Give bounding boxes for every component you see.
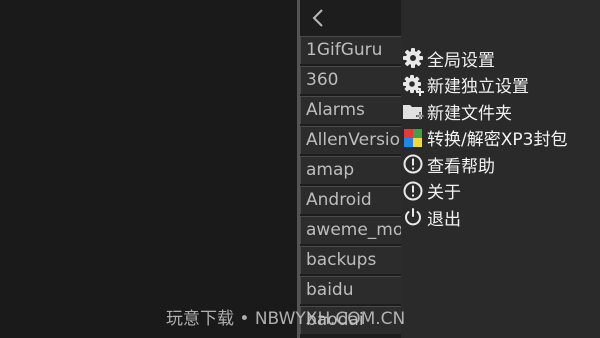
folder-list: 1GifGuru 360 Alarms AllenVersion amap An…: [300, 36, 401, 336]
list-item[interactable]: amap: [300, 156, 401, 184]
menu-item-label: 查看帮助: [427, 156, 495, 177]
list-item[interactable]: Android: [300, 186, 401, 214]
menu-item-about[interactable]: 关于: [402, 178, 567, 205]
list-item[interactable]: 1GifGuru: [300, 36, 401, 64]
menu-item-convert-decrypt-xp3[interactable]: 转换/解密XP3封包: [402, 125, 567, 152]
list-item[interactable]: baidu: [300, 276, 401, 304]
menu-item-label: 退出: [427, 209, 461, 230]
new-folder-icon: [402, 100, 424, 122]
menu-item-view-help[interactable]: 查看帮助: [402, 151, 567, 178]
exclamation-icon: [402, 180, 424, 202]
chevron-left-icon: [312, 9, 323, 27]
list-item[interactable]: baodai: [300, 306, 401, 334]
gear-icon: [402, 47, 424, 69]
power-icon: [402, 206, 424, 228]
list-item[interactable]: 360: [300, 66, 401, 94]
menu-item-label: 新建文件夹: [427, 103, 512, 124]
back-button[interactable]: [306, 4, 330, 32]
gear-plus-icon: [402, 74, 424, 96]
color-grid-icon: [402, 127, 424, 149]
menu-item-new-standalone-settings[interactable]: 新建独立设置: [402, 72, 567, 99]
blank-content-area: [0, 0, 297, 338]
context-menu: 全局设置 新建独立设置 新建文件夹 转换/解密XP3封包 查看帮助 关于 退出: [402, 45, 567, 231]
list-item[interactable]: AllenVersion: [300, 126, 401, 154]
menu-item-label: 转换/解密XP3封包: [427, 130, 568, 151]
list-item[interactable]: Alarms: [300, 96, 401, 124]
menu-item-new-folder[interactable]: 新建文件夹: [402, 98, 567, 125]
menu-item-exit[interactable]: 退出: [402, 204, 567, 231]
menu-item-label: 关于: [427, 183, 461, 204]
menu-item-global-settings[interactable]: 全局设置: [402, 45, 567, 72]
list-item[interactable]: backups: [300, 246, 401, 274]
exclamation-icon: [402, 153, 424, 175]
list-item[interactable]: aweme_monitor: [300, 216, 401, 244]
app-screen: 1GifGuru 360 Alarms AllenVersion amap An…: [0, 0, 600, 338]
menu-item-label: 全局设置: [427, 50, 495, 71]
menu-item-label: 新建独立设置: [427, 77, 529, 98]
